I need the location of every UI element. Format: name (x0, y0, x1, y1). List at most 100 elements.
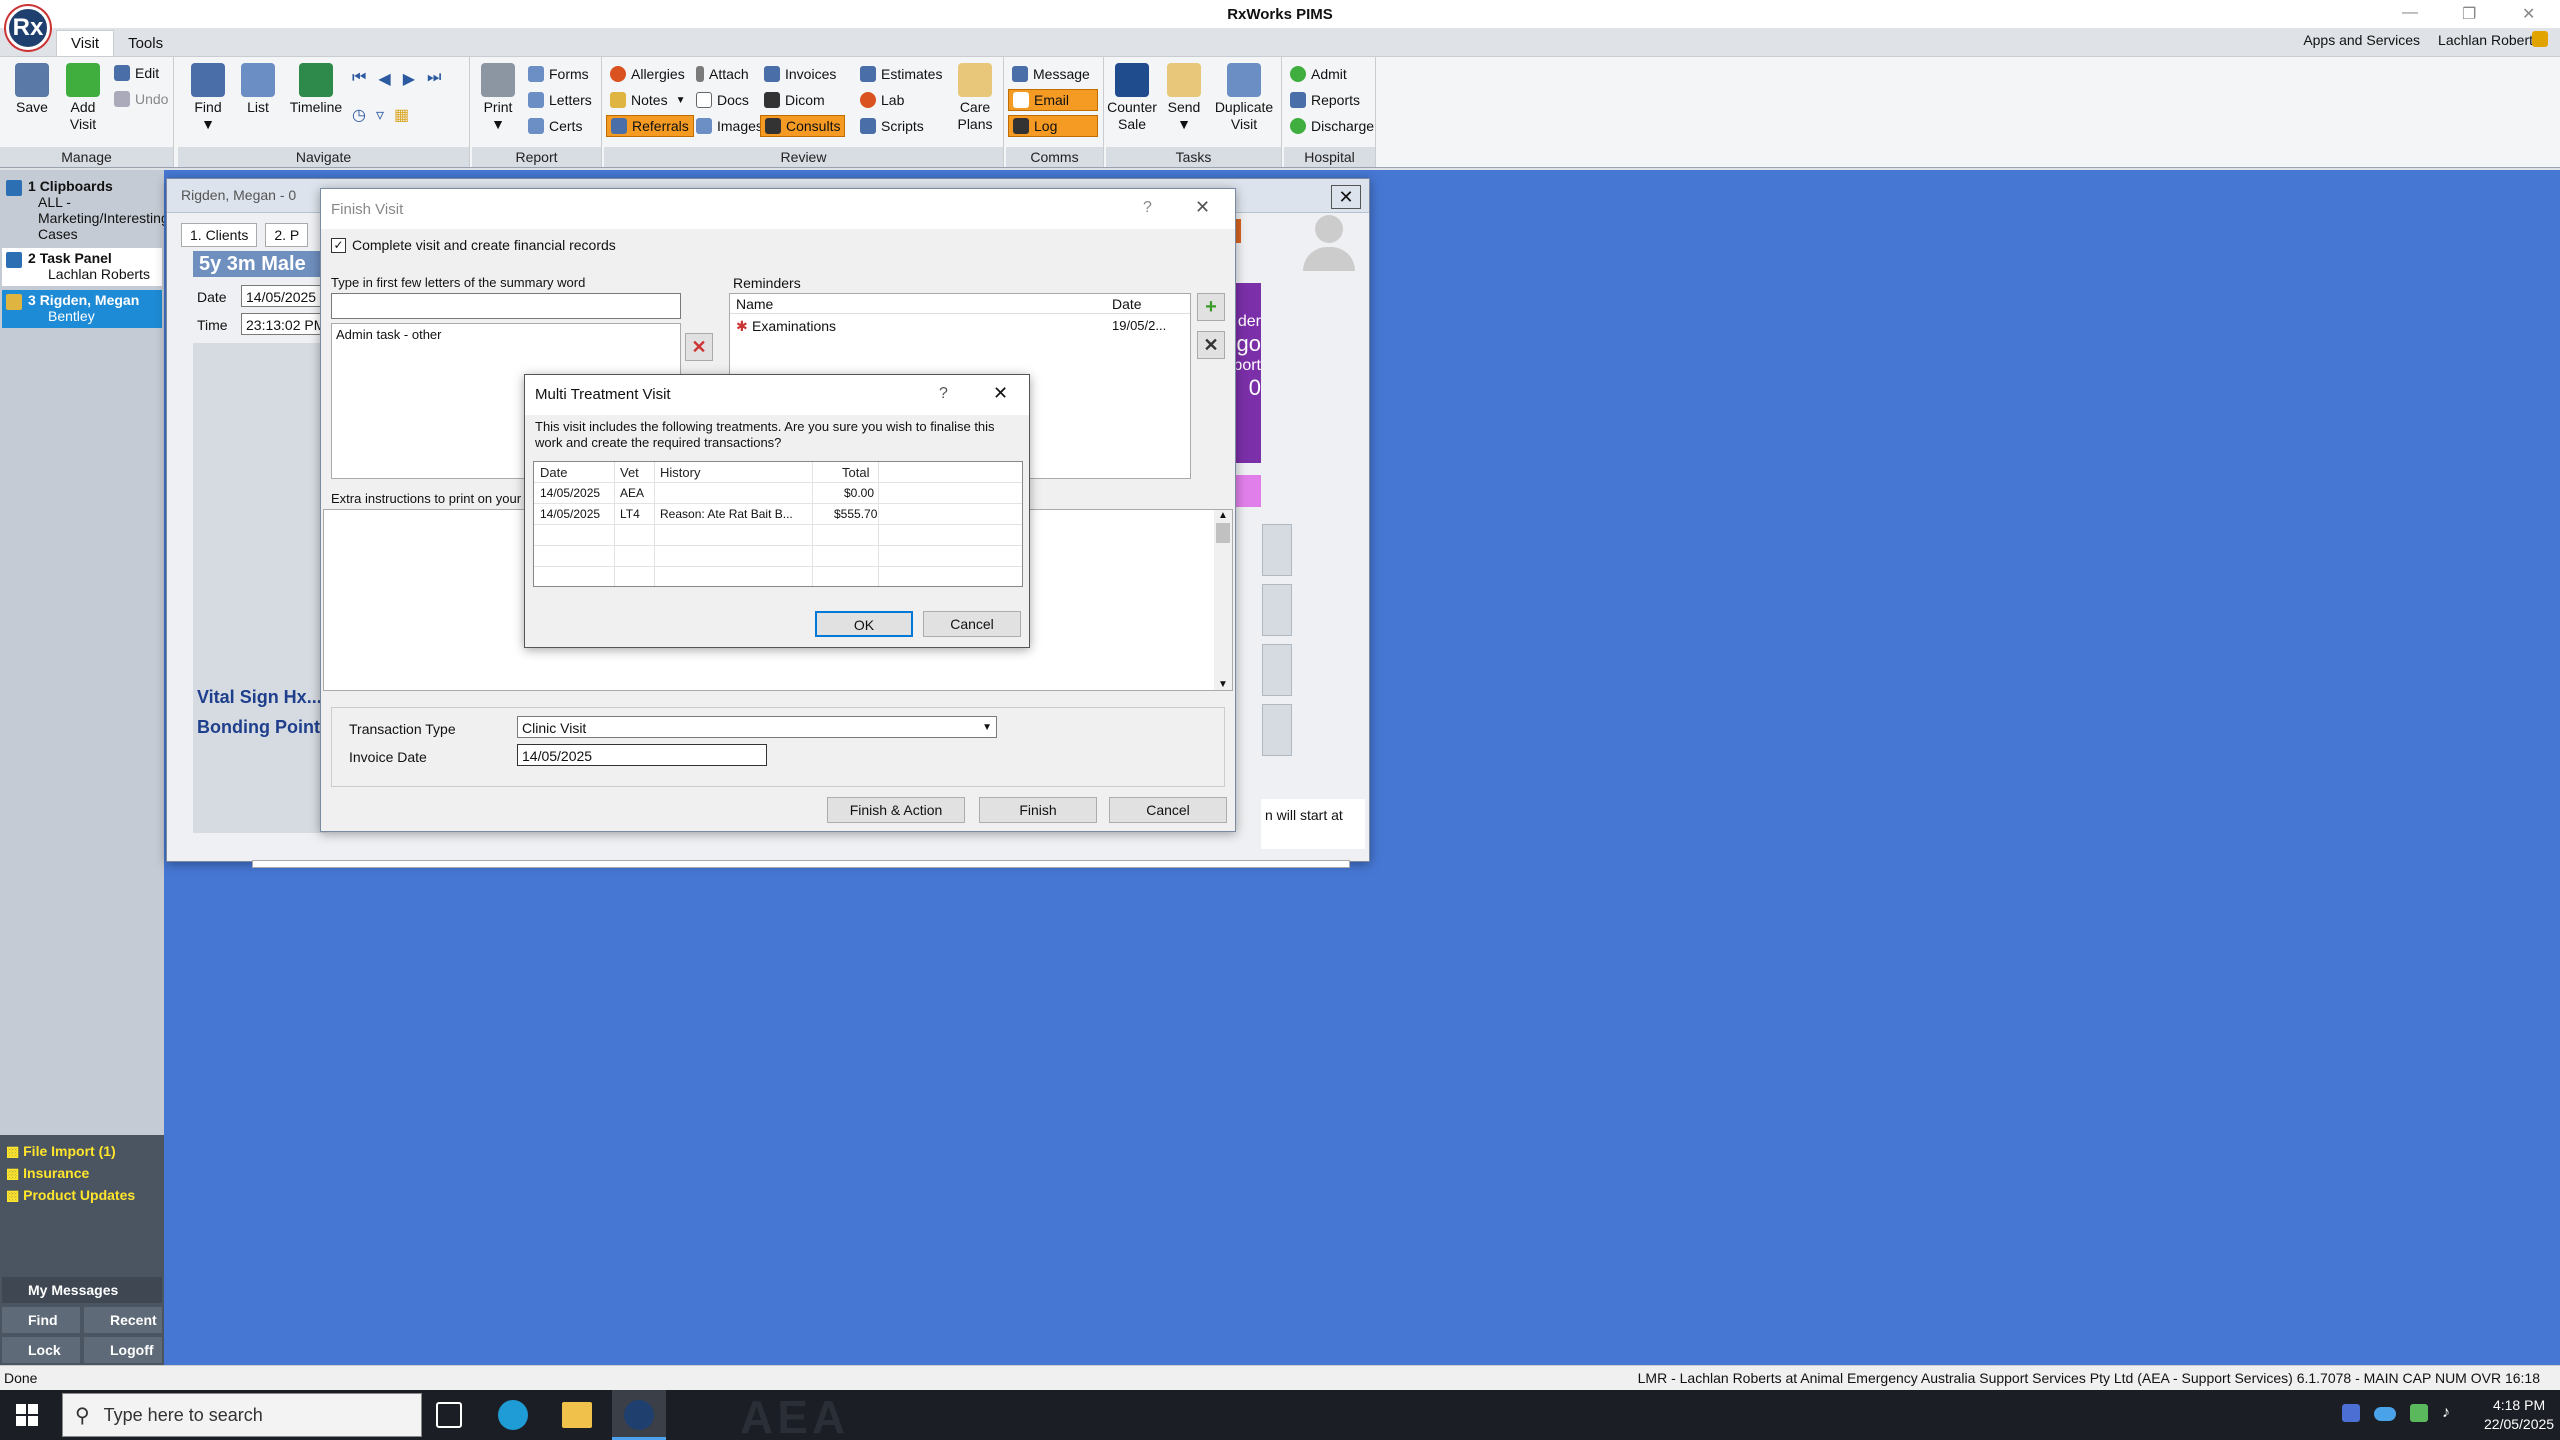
duplicate-visit-button[interactable]: Duplicate Visit (1210, 63, 1278, 133)
taskbar-search[interactable]: ⚲ Type here to search (62, 1393, 422, 1437)
notes-button[interactable]: Notes ▼ (606, 89, 689, 111)
send-button[interactable]: Send ▼ (1164, 63, 1204, 133)
finish-and-action-button[interactable]: Finish & Action (827, 797, 965, 823)
save-button[interactable]: Save (10, 63, 54, 116)
finish-button[interactable]: Finish (979, 797, 1097, 823)
side-button[interactable] (1262, 524, 1292, 576)
filter-icon[interactable]: ▿ (376, 105, 384, 125)
column-total[interactable]: Total (842, 465, 869, 480)
bonding-points-link[interactable]: Bonding Points (197, 717, 330, 738)
discharge-button[interactable]: Discharge (1286, 115, 1378, 137)
help-icon[interactable]: ? (1143, 199, 1152, 217)
logoff-button[interactable]: Logoff (84, 1337, 162, 1363)
chevron-down-icon[interactable]: ▼ (1214, 679, 1232, 690)
certs-button[interactable]: Certs (524, 115, 586, 137)
table-row[interactable]: 14/05/2025 AEA $0.00 (534, 484, 1022, 503)
rxworks-taskbar-button[interactable] (612, 1390, 666, 1440)
column-history[interactable]: History (660, 465, 700, 480)
close-icon[interactable]: ✕ (2522, 4, 2535, 24)
docs-button[interactable]: Docs (692, 89, 753, 111)
letters-button[interactable]: Letters (524, 89, 596, 111)
message-button[interactable]: Message (1008, 63, 1094, 85)
images-button[interactable]: Images (692, 115, 767, 137)
apps-and-services-menu[interactable]: Apps and Services (2303, 32, 2420, 48)
tab-tools[interactable]: Tools (114, 31, 177, 56)
edit-button[interactable]: Edit (110, 62, 163, 84)
volume-icon[interactable]: ♪ (2442, 1404, 2460, 1422)
close-icon[interactable]: ✕ (1195, 197, 1210, 218)
edge-browser-icon[interactable] (498, 1400, 528, 1430)
attach-button[interactable]: Attach (692, 63, 753, 85)
visit-time-field[interactable]: 23:13:02 PM (241, 313, 331, 335)
lock-icon[interactable] (2532, 31, 2548, 47)
referrals-button[interactable]: Referrals (606, 115, 694, 137)
product-updates-link[interactable]: ▩ Product Updates (6, 1187, 135, 1204)
file-explorer-icon[interactable] (562, 1402, 592, 1428)
last-record-icon[interactable]: ⏭ (427, 69, 441, 89)
onedrive-icon[interactable] (2374, 1407, 2396, 1421)
admit-button[interactable]: Admit (1286, 63, 1351, 85)
tab-patient[interactable]: 2. P (265, 223, 309, 247)
next-record-icon[interactable]: ▶ (403, 69, 415, 89)
timeline-button[interactable]: Timeline (288, 63, 344, 116)
folder-icon[interactable]: ▦ (394, 105, 409, 125)
dicom-button[interactable]: Dicom (760, 89, 829, 111)
ok-button[interactable]: OK (815, 611, 913, 637)
list-button[interactable]: List (236, 63, 280, 116)
column-date[interactable]: Date (540, 465, 567, 480)
restore-icon[interactable]: ❐ (2462, 4, 2476, 24)
previous-record-icon[interactable]: ◀ (378, 69, 390, 89)
sidebar-item-patient[interactable]: 3 Rigden, Megan Bentley (2, 290, 162, 328)
cancel-button[interactable]: Cancel (923, 611, 1021, 637)
clock[interactable]: 4:18 PM 22/05/2025 (2484, 1396, 2554, 1434)
first-record-icon[interactable]: ⏮ (352, 69, 366, 89)
sidebar-item-task-panel[interactable]: 2 Task Panel Lachlan Roberts (2, 248, 162, 286)
table-row[interactable]: 14/05/2025 LT4 Reason: Ate Rat Bait B...… (534, 505, 1022, 524)
add-reminder-button[interactable]: + (1197, 293, 1225, 321)
side-button[interactable] (1262, 644, 1292, 696)
scrollbar[interactable]: ▲ ▼ (1214, 510, 1232, 690)
allergies-button[interactable]: Allergies (606, 63, 689, 85)
close-icon[interactable]: ✕ (993, 383, 1008, 404)
file-import-link[interactable]: ▩ File Import (1) (6, 1143, 116, 1160)
recent-button[interactable]: Recent (84, 1307, 162, 1333)
forms-button[interactable]: Forms (524, 63, 593, 85)
consults-button[interactable]: Consults (760, 115, 846, 137)
reminder-row[interactable]: ✱ Examinations 19/05/2... (730, 316, 1190, 336)
side-button[interactable] (1262, 584, 1292, 636)
visit-date-field[interactable]: 14/05/2025 (241, 285, 331, 307)
help-icon[interactable]: ? (939, 385, 948, 403)
sidebar-item-clipboards[interactable]: 1 Clipboards ALL - Marketing/Interesting… (2, 176, 169, 242)
lock-button[interactable]: Lock (2, 1337, 80, 1363)
tray-app-icon[interactable] (2342, 1404, 2360, 1422)
summary-list-item[interactable]: Admin task - other (332, 324, 680, 345)
email-button[interactable]: Email (1008, 89, 1098, 111)
my-messages-button[interactable]: My Messages (2, 1277, 162, 1303)
delete-reminder-button[interactable]: ✕ (1197, 331, 1225, 359)
print-button[interactable]: Print ▼ (476, 63, 520, 133)
insurance-link[interactable]: ▩ Insurance (6, 1165, 89, 1182)
network-icon[interactable] (2410, 1404, 2428, 1422)
vital-sign-link[interactable]: Vital Sign Hx... (197, 687, 322, 708)
log-button[interactable]: Log (1008, 115, 1098, 137)
clock-icon[interactable]: ◷ (352, 105, 366, 125)
find-button-sidebar[interactable]: Find (2, 1307, 80, 1333)
cancel-button[interactable]: Cancel (1109, 797, 1227, 823)
close-icon[interactable]: ✕ (1331, 185, 1361, 209)
task-view-icon[interactable] (436, 1402, 462, 1428)
care-plans-button[interactable]: Care Plans (950, 63, 1000, 133)
find-button[interactable]: Find ▼ (186, 63, 230, 133)
undo-button[interactable]: Undo (110, 88, 172, 110)
estimates-button[interactable]: Estimates (856, 63, 946, 85)
tab-clients[interactable]: 1. Clients (181, 223, 258, 247)
user-menu[interactable]: Lachlan Roberts (2438, 32, 2540, 48)
complete-visit-checkbox[interactable]: ✓ (331, 237, 346, 253)
scripts-button[interactable]: Scripts (856, 115, 928, 137)
summary-search-input[interactable] (331, 293, 681, 319)
lab-button[interactable]: Lab (856, 89, 908, 111)
invoices-button[interactable]: Invoices (760, 63, 840, 85)
scrollbar-thumb[interactable] (1216, 523, 1230, 543)
windows-start-icon[interactable] (16, 1404, 38, 1426)
app-logo[interactable]: Rx (6, 6, 50, 50)
remove-summary-button[interactable]: ✕ (685, 333, 713, 361)
